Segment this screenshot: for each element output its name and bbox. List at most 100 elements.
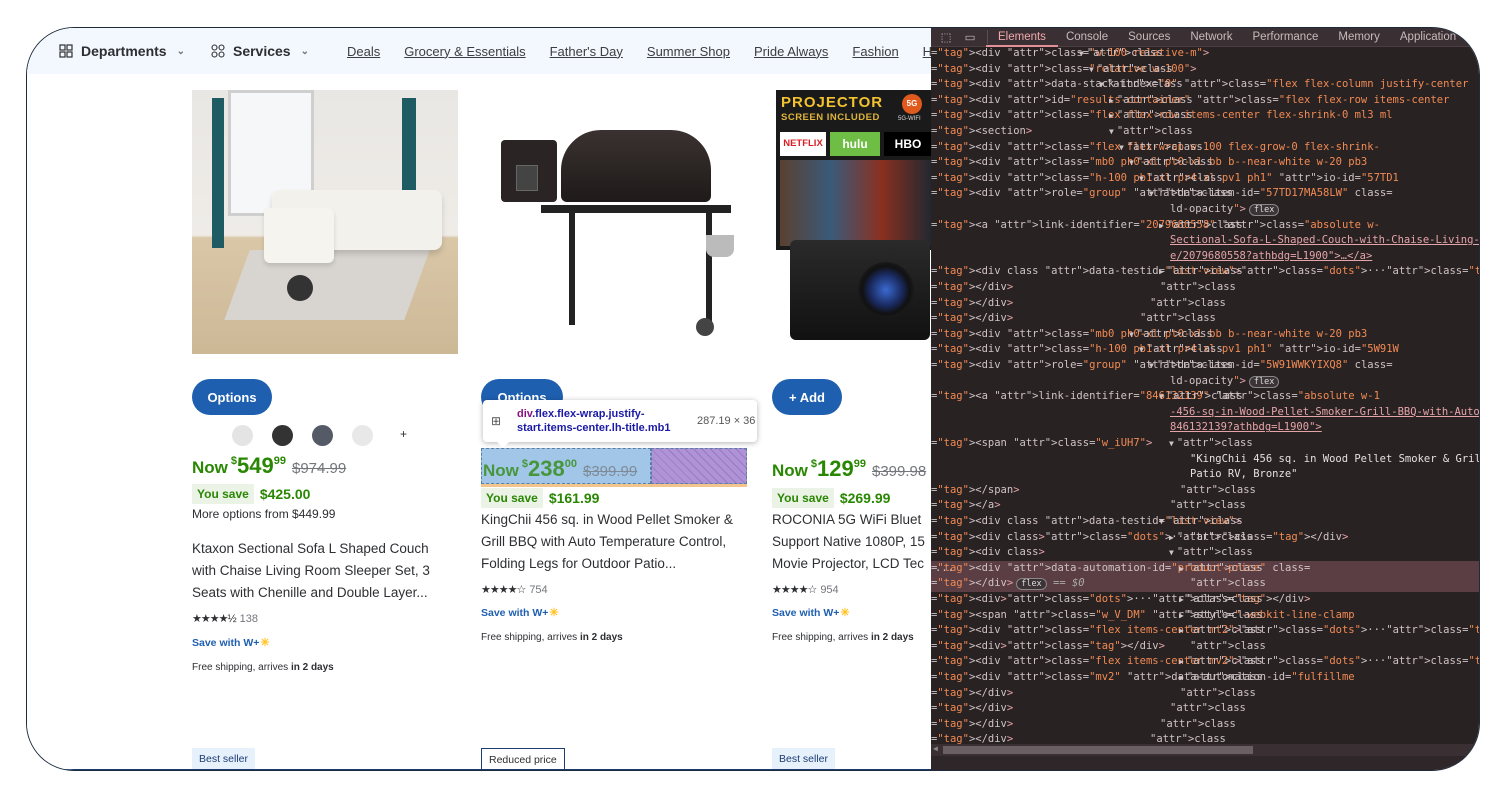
dom-node[interactable]: ▼ "attr">class ="tag"><section>: [931, 124, 1479, 140]
expand-triangle-icon[interactable]: ▶: [1159, 221, 1164, 230]
dom-node[interactable]: ▼ "attr">class ="tag"><div "attr">class="h…: [931, 171, 1479, 187]
expand-triangle-icon[interactable]: ▶: [1109, 96, 1114, 105]
tab-performance[interactable]: Performance: [1253, 31, 1319, 43]
product-image-projector[interactable]: PROJECTOR SCREEN INCLUDED 5G 5G-WIFI NET…: [776, 90, 931, 354]
expand-triangle-icon[interactable]: ▶: [1109, 111, 1114, 120]
device-toolbar-icon[interactable]: ▭: [963, 30, 977, 44]
expand-triangle-icon[interactable]: ▶: [1179, 564, 1184, 573]
dom-node[interactable]: ▼ "attr">class ="tag"><div class>: [931, 545, 1479, 561]
color-swatch[interactable]: [312, 425, 333, 446]
collapse-triangle-icon[interactable]: ▼: [1169, 439, 1174, 448]
dom-node[interactable]: ▶ "attr">class ="tag"><div "attr">class="f…: [931, 108, 1479, 124]
dom-node[interactable]: e/2079680558?athbdg=L1900">…</a>: [931, 249, 1479, 265]
collapse-triangle-icon[interactable]: ▼: [1129, 158, 1134, 167]
tab-elements[interactable]: Elements: [986, 31, 1058, 47]
dom-node[interactable]: ▶ "attr">class ="tag"><div "attr">id="resu…: [931, 93, 1479, 109]
dom-node[interactable]: ▼ "attr">class ="tag"><div "attr">data-sta…: [931, 77, 1479, 93]
collapse-triangle-icon[interactable]: ▼: [1079, 49, 1084, 58]
flex-badge[interactable]: flex: [1248, 204, 1280, 216]
dom-node-selected[interactable]: ▶ "attr">class ="tag"><div "attr">data-aut…: [931, 560, 1479, 577]
collapse-triangle-icon[interactable]: ▼: [1169, 548, 1174, 557]
more-options-text[interactable]: More options from $449.99: [192, 507, 335, 521]
walmart-plus-promo[interactable]: Save with W+ ✳: [772, 606, 850, 620]
nav-link-grocery[interactable]: Grocery & Essentials: [404, 44, 525, 59]
collapse-triangle-icon[interactable]: ▼: [1129, 330, 1134, 339]
dom-node[interactable]: ▼ "attr">class ="tag"><div class "attr">da…: [931, 514, 1479, 530]
dom-node[interactable]: ▶ "attr">class ="tag"><div class>"attr">cl…: [931, 530, 1479, 546]
dom-node[interactable]: ▼ "attr">class ="tag"><div "attr">class="m…: [931, 155, 1479, 171]
dom-node[interactable]: ▼ "attr">class ="tag"><div "attr">class="m…: [931, 327, 1479, 343]
review-count[interactable]: 138: [240, 613, 258, 625]
review-count[interactable]: 754: [529, 584, 547, 596]
walmart-plus-promo[interactable]: Save with W+ ✳: [481, 606, 559, 620]
scroll-left-icon[interactable]: ◀: [933, 744, 938, 753]
dom-node[interactable]: ▶ "attr">class ="tag"><div>"attr">class="d…: [931, 592, 1479, 608]
collapse-triangle-icon[interactable]: ▼: [1159, 392, 1164, 401]
expand-triangle-icon[interactable]: ▶: [1179, 673, 1184, 682]
dom-node[interactable]: ld-opacity"> flex: [931, 202, 1479, 218]
dom-node[interactable]: 846132139?athbdg=L1900">: [931, 420, 1479, 436]
nav-link-home[interactable]: Home: [923, 44, 931, 59]
dom-node-selected[interactable]: "attr">class ="tag"></div> flex == $0: [931, 576, 1479, 592]
flex-badge[interactable]: flex: [1248, 375, 1280, 388]
color-swatch[interactable]: [352, 425, 373, 446]
more-swatches-button[interactable]: +: [400, 427, 407, 441]
flex-badge[interactable]: flex: [1016, 578, 1047, 591]
tab-console[interactable]: Console: [1066, 31, 1108, 43]
dom-node[interactable]: ▶ "attr">class ="tag"><span "attr">class="…: [931, 608, 1479, 624]
dom-node[interactable]: ▶ "attr">class ="tag"><a "attr">link-ident…: [931, 218, 1479, 234]
review-count[interactable]: 954: [820, 584, 838, 596]
dom-node[interactable]: ▼ "attr">class ="tag"><div "attr">class="f…: [931, 140, 1479, 156]
dom-node[interactable]: "attr">class ="tag"></div>: [931, 717, 1479, 733]
product-image-grill[interactable]: [481, 90, 747, 354]
collapse-triangle-icon[interactable]: ▼: [1099, 80, 1104, 89]
departments-menu[interactable]: Departments ⌄: [59, 43, 185, 59]
expand-triangle-icon[interactable]: ▶: [1169, 533, 1174, 542]
nav-link-summer-shop[interactable]: Summer Shop: [647, 44, 730, 59]
inspect-element-icon[interactable]: ⬚: [939, 30, 953, 44]
expand-triangle-icon[interactable]: ▶: [1179, 626, 1184, 635]
expand-triangle-icon[interactable]: ▶: [1179, 611, 1184, 620]
dom-node[interactable]: ▼ "attr">class ="tag"><div "attr">class="r…: [931, 62, 1479, 78]
dom-node[interactable]: "attr">class ="tag"></div>: [931, 280, 1479, 296]
dom-node[interactable]: "attr">class ="tag"><div>"attr">class="ta…: [931, 639, 1479, 655]
tab-network[interactable]: Network: [1190, 31, 1232, 43]
expand-triangle-icon[interactable]: ▶: [1179, 657, 1184, 666]
services-menu[interactable]: Services ⌄: [211, 43, 309, 59]
horizontal-scrollbar[interactable]: ◀: [931, 744, 1479, 756]
dom-node[interactable]: "attr">class ="tag"></div>: [931, 311, 1479, 327]
dom-node[interactable]: ▶ "attr">class ="tag"><div "attr">class="f…: [931, 654, 1479, 670]
dom-node[interactable]: "attr">class ="tag"></div>: [931, 296, 1479, 312]
tab-application[interactable]: Application: [1400, 31, 1456, 43]
walmart-plus-promo[interactable]: Save with W+ ✳: [192, 636, 270, 650]
dom-node[interactable]: Sectional-Sofa-L-Shaped-Couch-with-Chais…: [931, 233, 1479, 249]
expand-triangle-icon[interactable]: ▶: [1179, 595, 1184, 604]
collapse-triangle-icon[interactable]: ▼: [1109, 127, 1114, 136]
collapse-triangle-icon[interactable]: ▼: [1149, 361, 1154, 370]
dom-node[interactable]: "attr">class ="tag"></span>: [931, 483, 1479, 499]
dom-node[interactable]: Patio RV, Bronze": [931, 467, 1479, 483]
dom-node[interactable]: ▶ "attr">class ="tag"><div "attr">class="f…: [931, 623, 1479, 639]
product-title[interactable]: ROCONIA 5G WiFi Bluet Support Native 108…: [772, 509, 931, 575]
product-title[interactable]: KingChii 456 sq. in Wood Pellet Smoker &…: [481, 509, 756, 575]
dom-node[interactable]: ld-opacity"> flex: [931, 374, 1479, 390]
dom-node[interactable]: "attr">class ="tag"></div>: [931, 686, 1479, 702]
nav-link-pride-always[interactable]: Pride Always: [754, 44, 828, 59]
dom-node[interactable]: ▼ "attr">class ="tag"><div "attr">role="gr…: [931, 358, 1479, 374]
expand-triangle-icon[interactable]: ▶: [1159, 267, 1164, 276]
add-to-cart-button[interactable]: + Add: [772, 379, 842, 415]
dom-node[interactable]: ▼ "attr">class ="tag"><a "attr">link-ident…: [931, 389, 1479, 405]
dom-node[interactable]: ▶ "attr">class ="tag"><div "attr">class="m…: [931, 670, 1479, 686]
collapse-triangle-icon[interactable]: ▼: [1089, 65, 1094, 74]
product-title[interactable]: Ktaxon Sectional Sofa L Shaped Couch wit…: [192, 538, 452, 604]
product-image-sofa[interactable]: [192, 90, 458, 354]
nav-link-deals[interactable]: Deals: [347, 44, 380, 59]
options-button[interactable]: Options: [192, 379, 272, 415]
dom-node[interactable]: ▶ "attr">class ="tag"><div class "attr">da…: [931, 264, 1479, 280]
tab-sources[interactable]: Sources: [1128, 31, 1170, 43]
collapse-triangle-icon[interactable]: ▼: [1139, 174, 1144, 183]
dom-node[interactable]: ▼ "attr">class ="tag"><div "attr">class="h…: [931, 342, 1479, 358]
dom-node[interactable]: "attr">class ="tag"></div>: [931, 701, 1479, 717]
dom-node[interactable]: "KingChii 456 sq. in Wood Pellet Smoker …: [931, 452, 1479, 468]
color-swatch[interactable]: [232, 425, 253, 446]
